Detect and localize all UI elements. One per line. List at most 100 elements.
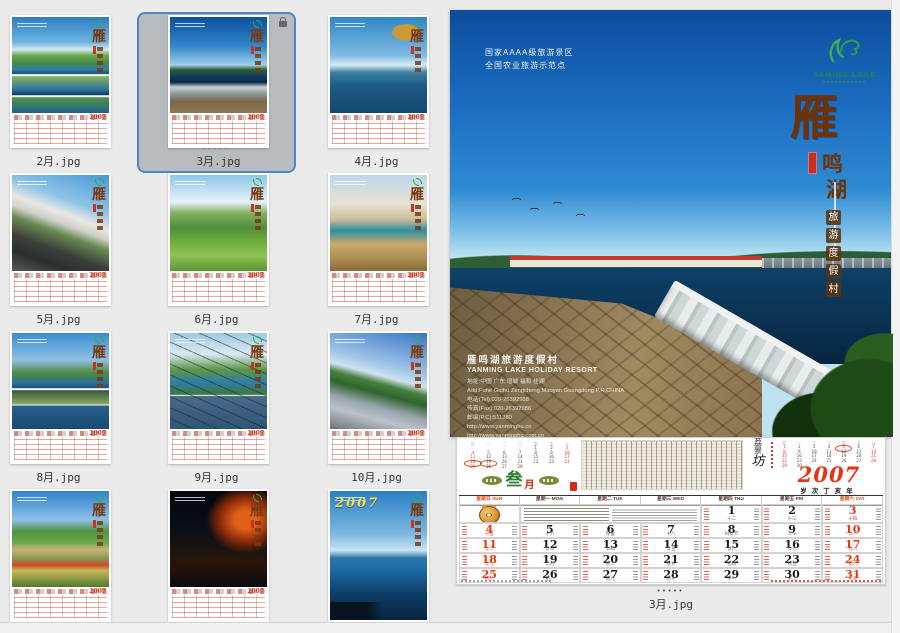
calendar-sheet: 日一二三四五六123456789101112131415161718192021… — [456, 437, 886, 585]
almanac-text-block — [581, 440, 743, 490]
brand-character: 雁 — [92, 30, 106, 44]
thumbnail-photo: 雁 — [330, 175, 427, 271]
award-line-1: 国家AAAA级旅游景区 — [485, 46, 573, 59]
subtitle-square: 村 — [826, 282, 841, 297]
mini-calendar-february: 日一二三四五六123456789101112131415161718192021… — [465, 442, 575, 471]
year-zodiac-note: 岁次丁亥年 — [775, 485, 883, 495]
mascot-cell — [459, 504, 520, 523]
brand-red-seal — [411, 46, 414, 54]
thumbnail-m8[interactable]: 雁2007 — [10, 331, 111, 464]
decorative-oval-right — [539, 476, 559, 485]
brand-character: 雁 — [410, 346, 424, 360]
band-year-text: 2007 — [407, 114, 424, 121]
thumbnail-m2[interactable]: 雁 2007 — [10, 15, 111, 148]
contact-line: 地址:中国 广东 增城 福和 桂湖 — [467, 378, 624, 387]
trees — [733, 322, 893, 437]
footnote-right — [771, 580, 881, 582]
lunar-label: 初五 — [763, 561, 822, 567]
subtitle-squares: 旅游度假村 — [826, 210, 841, 297]
thumbnail-cover[interactable]: 雁2007 — [328, 489, 429, 622]
band-year-text: 2007 — [247, 114, 264, 121]
brand-subtitle-marks — [97, 204, 103, 230]
thumbnail-m11[interactable]: 雁2007 — [10, 489, 111, 622]
footnote-left — [461, 580, 551, 582]
thumbnail-calendar-band: 2007 — [330, 271, 427, 304]
thumbnail-m10[interactable]: 雁2007 — [328, 331, 429, 464]
golden-pig-mascot-icon — [479, 506, 500, 523]
green-logo-icon — [253, 20, 262, 27]
date-cell: 20初二 — [580, 553, 641, 568]
date-cell: 21春分 — [641, 553, 702, 568]
date-cell: 9二十 — [762, 523, 823, 538]
title-calligraphy-hu: 湖 — [826, 174, 847, 204]
thumbnail-m4[interactable]: 雁 2007 — [328, 15, 429, 148]
thumbnail-m7[interactable]: 雁2007 — [328, 173, 429, 306]
brand-red-seal — [251, 362, 254, 370]
contact-line: http://www.yanminghu.com.cn — [467, 432, 624, 437]
thumbnail-calendar-band: 2007 — [12, 113, 109, 146]
date-cell: 1十二 — [701, 504, 762, 523]
lunar-label: 廿五 — [642, 546, 701, 552]
brand-character: 雁 — [410, 30, 424, 44]
contact-line: 传真(Fax):020-26392986 — [467, 405, 624, 414]
preview-rating-dots: ••••• — [456, 588, 886, 595]
green-logo-icon — [95, 494, 104, 501]
watermark-text — [17, 496, 47, 501]
brand-red-seal — [251, 520, 254, 528]
band-year-text: 2007 — [89, 272, 106, 279]
green-logo-icon — [413, 494, 422, 501]
lunar-label: 初四 — [702, 561, 761, 567]
watermark-text — [17, 180, 47, 185]
lunar-label: 初二 — [581, 561, 640, 567]
thumbnail-m3[interactable]: 雁2007 — [168, 15, 269, 148]
lunar-label: 廿九 — [460, 561, 519, 567]
date-cell: 2十三 — [762, 504, 823, 523]
lunar-label: 惊蛰 — [581, 531, 640, 537]
lunar-label: 初六 — [823, 561, 882, 567]
date-cell: 5十六 — [520, 523, 581, 538]
contact-line: 邮编(P.C):511380 — [467, 414, 624, 423]
brand-red-seal — [93, 520, 96, 528]
thumbnail-m9[interactable]: 雁 2007 — [168, 331, 269, 464]
lunar-label: 十六 — [521, 531, 580, 537]
vertical-scrollbar[interactable] — [891, 0, 900, 633]
contact-line: http://www.yanminghu.cn — [467, 423, 624, 432]
watermark-text — [175, 22, 205, 27]
watermark-text — [335, 22, 365, 27]
lunar-label: 十四 — [823, 516, 882, 522]
brand-character: 雁 — [250, 188, 264, 202]
brand-red-seal — [411, 520, 414, 528]
thumbnail-label: 3月.jpg — [139, 153, 298, 169]
thumbnail-m12[interactable]: 雁2007 — [168, 489, 269, 622]
workshop-char-3: 坊 — [745, 455, 771, 468]
green-logo-icon — [253, 494, 262, 501]
lunar-label: 妇女节 — [702, 531, 761, 537]
band-year-text: 2007 — [89, 588, 106, 595]
brand-subtitle-marks — [97, 362, 103, 388]
watermark-text — [335, 338, 365, 343]
thumbnail-m6[interactable]: 雁2007 — [168, 173, 269, 306]
subtitle-square: 度 — [826, 246, 841, 261]
thumbnail-photo: 雁 — [330, 17, 427, 113]
brand-red-seal — [411, 204, 414, 212]
red-roof-buildings — [510, 256, 762, 267]
band-year-text: 2007 — [247, 430, 264, 437]
brand-character: 雁 — [250, 504, 264, 518]
selected-thumbnail-container[interactable]: •••••3月.jpg雁2007 — [137, 12, 296, 173]
brand-subtitle-marks — [415, 46, 421, 72]
thumbnail-m5[interactable]: 雁2007 — [10, 173, 111, 306]
brand-red-seal — [251, 204, 254, 212]
brand-character: 雁 — [250, 346, 264, 360]
date-cell: 6惊蛰 — [580, 523, 641, 538]
bird-icon — [553, 202, 561, 206]
date-cell: 3十四 — [822, 504, 883, 523]
thumbnail-calendar-band: 2007 — [170, 113, 267, 146]
lunar-label: 廿三 — [521, 546, 580, 552]
lunar-label: 十二 — [702, 516, 761, 522]
lock-icon[interactable] — [279, 21, 287, 27]
brand-subtitle-marks — [255, 46, 261, 72]
date-number: 3 — [823, 505, 882, 516]
thumbnail-calendar-band: 2007 — [330, 113, 427, 146]
watermark-text — [175, 496, 205, 501]
subtitle-square: 游 — [826, 228, 841, 243]
